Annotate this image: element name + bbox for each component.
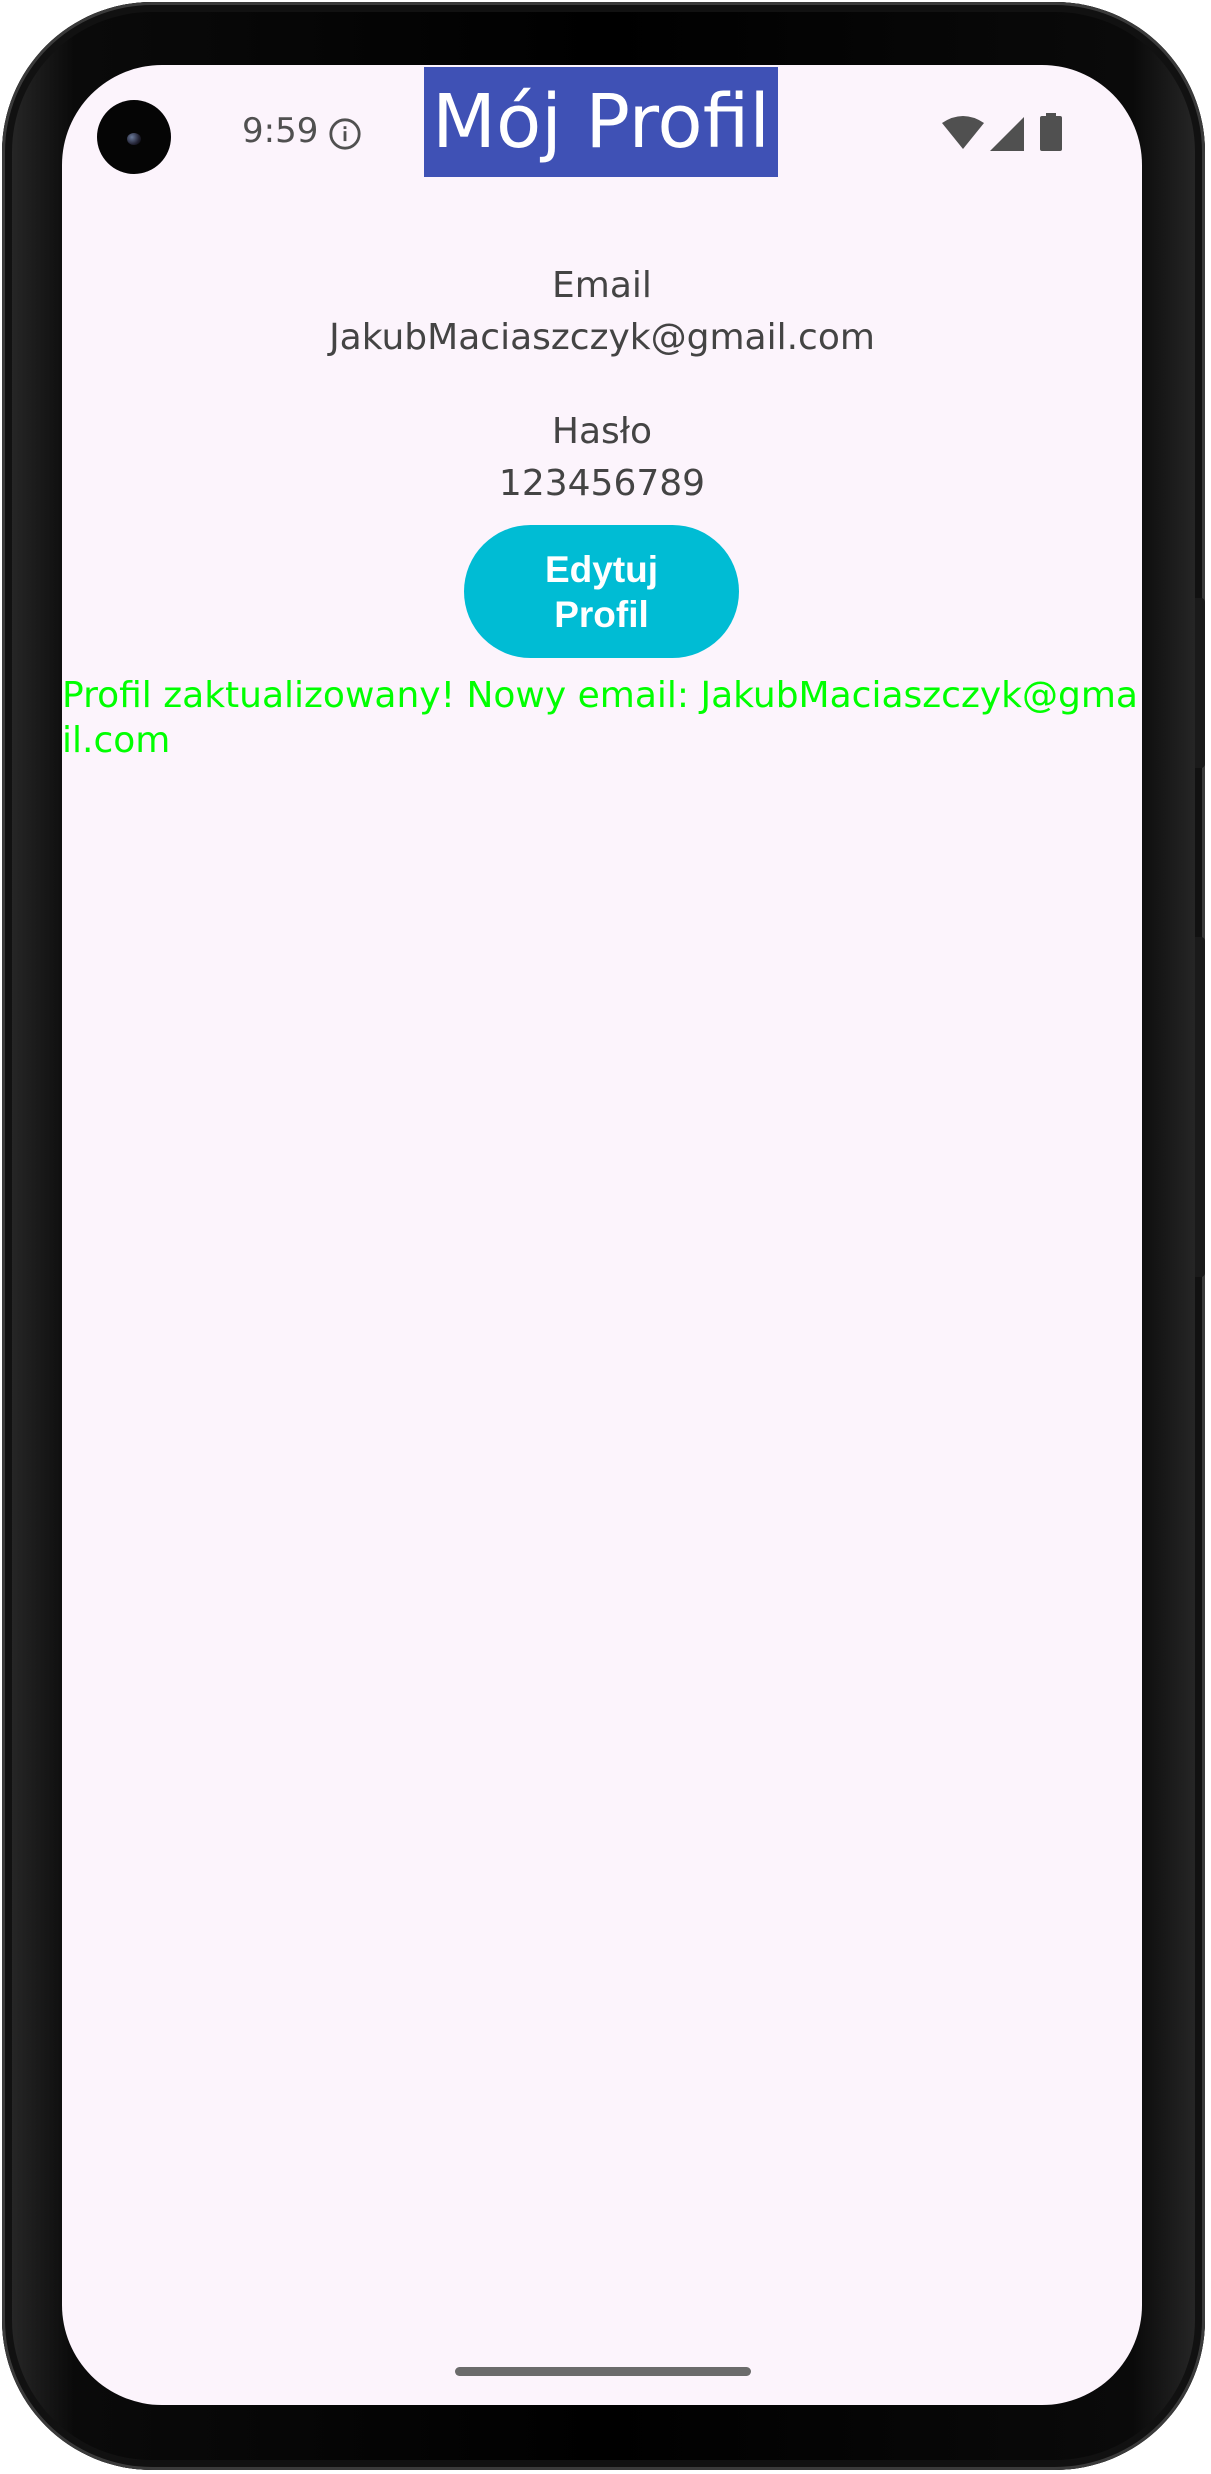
status-icons bbox=[942, 113, 1082, 153]
email-label: Email bbox=[552, 265, 652, 306]
page-title: Mój Profil bbox=[424, 67, 778, 177]
camera-lens bbox=[127, 133, 141, 145]
email-value: JakubMaciaszczyk@gmail.com bbox=[329, 317, 875, 358]
edit-profile-button[interactable]: Edytuj Profil bbox=[464, 525, 739, 658]
update-success-message: Profil zaktualizowany! Nowy email: Jakub… bbox=[62, 675, 1138, 761]
info-icon bbox=[329, 118, 361, 150]
wifi-icon bbox=[942, 116, 984, 149]
phone-frame: 9:59 Mój Profil Email JakubMaciaszczyk@g… bbox=[2, 2, 1205, 2470]
app-screen: 9:59 Mój Profil Email JakubMaciaszczyk@g… bbox=[62, 65, 1142, 2405]
status-time: 9:59 bbox=[242, 111, 319, 151]
volume-button bbox=[1195, 937, 1205, 1277]
password-label: Hasło bbox=[551, 411, 653, 452]
cellular-signal-icon bbox=[990, 117, 1024, 151]
battery-icon bbox=[1040, 113, 1062, 151]
front-camera bbox=[97, 100, 171, 174]
power-button bbox=[1195, 598, 1205, 768]
password-value: 123456789 bbox=[498, 463, 706, 504]
home-indicator[interactable] bbox=[455, 2367, 751, 2376]
